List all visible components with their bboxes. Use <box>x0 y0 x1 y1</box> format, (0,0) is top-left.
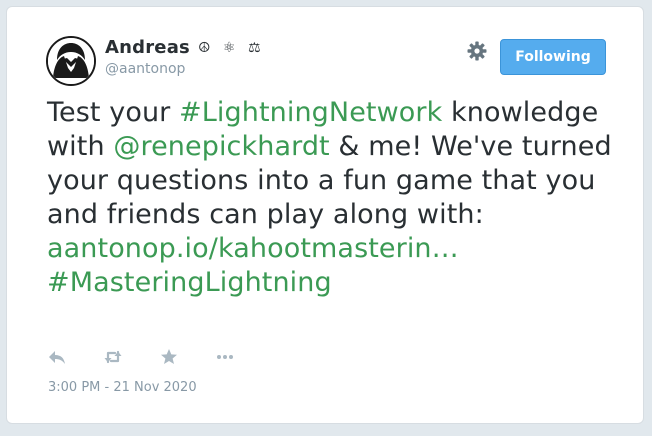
more-icon[interactable] <box>215 347 235 367</box>
tweet-card: Andreas ☮ ⚛ ⚖ @aantonop Following Test y… <box>6 6 644 424</box>
mention-renepickhardt[interactable]: @renepickhardt <box>113 131 329 162</box>
display-name[interactable]: Andreas <box>105 37 190 58</box>
retweet-icon[interactable] <box>103 347 123 367</box>
tweet-url-link[interactable]: aantonop.io/kahootmasterin… <box>47 233 459 264</box>
avatar-image <box>48 38 94 84</box>
reply-icon[interactable] <box>47 347 67 367</box>
name-symbols: ☮ ⚛ ⚖ <box>197 39 265 56</box>
star-icon[interactable] <box>159 347 179 367</box>
hashtag-masteringlightning[interactable]: #MasteringLightning <box>47 267 332 298</box>
gear-icon[interactable] <box>467 41 487 61</box>
tweet-text: Test your #LightningNetwork knowledge wi… <box>47 96 627 300</box>
hashtag-lightningnetwork[interactable]: #LightningNetwork <box>179 97 442 128</box>
user-handle[interactable]: @aantonop <box>105 61 185 77</box>
tweet-actions <box>47 347 271 367</box>
following-button[interactable]: Following <box>500 39 606 75</box>
tweet-timestamp[interactable]: 3:00 PM - 21 Nov 2020 <box>48 380 197 395</box>
tweet-text-segment: Test your <box>47 97 180 128</box>
avatar[interactable] <box>46 36 96 86</box>
name-row: Andreas ☮ ⚛ ⚖ <box>105 37 265 58</box>
